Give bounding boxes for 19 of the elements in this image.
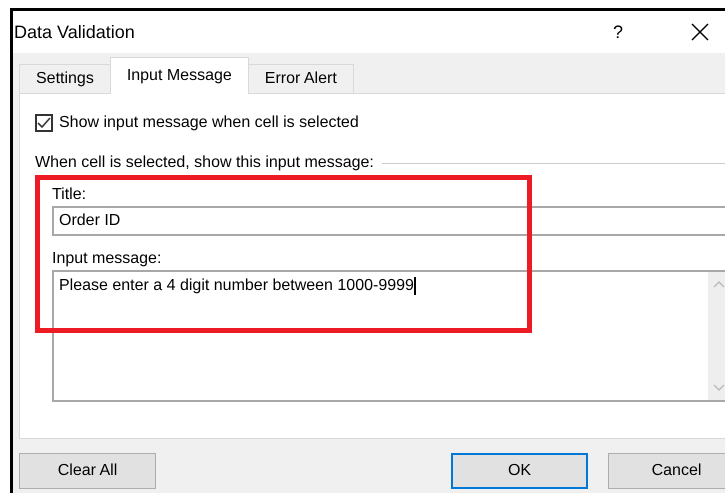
- window-title: Data Validation: [14, 22, 136, 42]
- checkbox-label[interactable]: Show input message when cell is selected: [59, 114, 359, 132]
- tab[interactable]: Settings: [19, 64, 111, 93]
- section-label: When cell is selected, show this input message:: [35, 154, 374, 172]
- help-button[interactable]: ?: [613, 22, 633, 42]
- clear-button[interactable]: Clear All: [19, 453, 156, 489]
- close-icon[interactable]: [691, 23, 709, 41]
- ok-button[interactable]: OK: [451, 453, 588, 489]
- field-label: Input message:: [52, 250, 162, 268]
- message-field[interactable]: Please enter a 4 digit number between 1000-9999: [52, 270, 725, 402]
- scrollbar[interactable]: [708, 272, 725, 400]
- scroll-down-icon[interactable]: [713, 384, 725, 392]
- field-label: Title:: [52, 186, 86, 204]
- cancel-button[interactable]: Cancel: [608, 453, 725, 489]
- title-field[interactable]: Order ID: [52, 206, 725, 236]
- tab[interactable]: Error Alert: [248, 64, 354, 93]
- tab[interactable]: Input Message: [110, 57, 249, 94]
- scroll-up-icon[interactable]: [713, 280, 725, 288]
- checkbox[interactable]: [35, 114, 53, 132]
